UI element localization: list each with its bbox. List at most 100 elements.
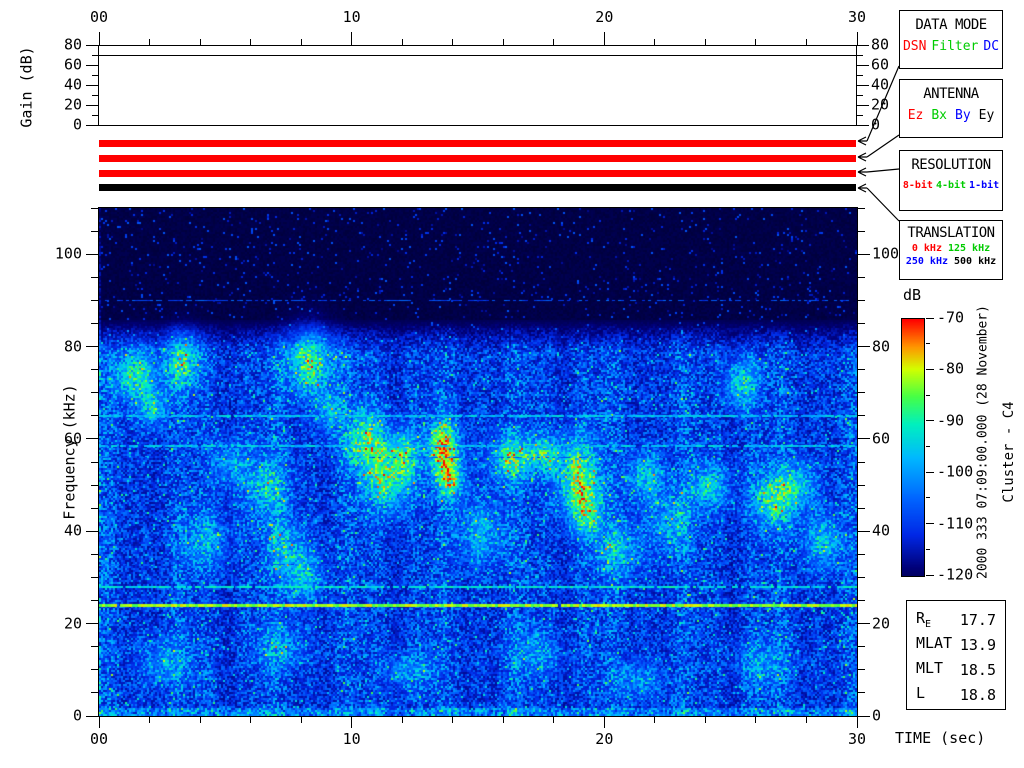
tick-mark — [502, 717, 504, 723]
tick-mark — [926, 548, 930, 550]
tick-mark — [91, 646, 98, 648]
spectrogram-panel — [98, 207, 858, 717]
tick-mark — [199, 39, 201, 45]
tick-mark — [86, 623, 98, 625]
colorbar-canvas — [902, 319, 924, 576]
tick-mark — [926, 471, 934, 473]
tick-mark — [86, 64, 98, 66]
arrow-resolution — [857, 167, 900, 177]
legend-title-antenna: ANTENNA — [923, 86, 979, 102]
ephemeris-label-l: L — [916, 684, 926, 702]
ephemeris-row-mlt: MLT 18.5 — [916, 658, 996, 683]
tick-label: -120 — [937, 565, 974, 584]
time-axis-title: TIME (sec) — [895, 729, 986, 747]
tick-mark — [91, 553, 98, 555]
tick-label: -90 — [937, 411, 965, 430]
tick-mark — [857, 64, 869, 66]
option-8bit: 8-bit — [902, 180, 933, 191]
tick-mark — [401, 717, 403, 723]
tick-label: -110 — [937, 514, 974, 533]
legend-box-antenna: ANTENNA Ez Bx By Ey — [899, 79, 1003, 138]
tick-label: -80 — [937, 359, 965, 378]
tick-label: 60 — [871, 55, 890, 74]
option-ez: Ez — [907, 108, 924, 123]
ephemeris-box: RE 17.7 MLAT 13.9 MLT 18.5 L 18.8 — [906, 600, 1006, 710]
tick-label: 20 — [595, 730, 614, 748]
ephemeris-value-mlt: 18.5 — [959, 661, 996, 679]
tick-mark — [92, 114, 98, 116]
option-125khz: 125 kHz — [947, 243, 991, 254]
tick-label: -70 — [937, 308, 965, 327]
tick-mark — [858, 484, 865, 486]
option-250khz: 250 kHz — [905, 256, 948, 267]
ephemeris-value-mlat: 13.9 — [959, 636, 996, 654]
tick-mark — [452, 717, 454, 723]
tick-label: 20 — [871, 95, 890, 114]
wbd-spectrogram-screen: Gain (dB) Frequency (kHz) DATA MODE DSN … — [0, 0, 1024, 768]
option-dc: DC — [983, 39, 1000, 54]
tick-mark — [926, 317, 934, 319]
ephemeris-row-mlat: MLAT 13.9 — [916, 633, 996, 658]
tick-mark — [91, 600, 98, 602]
tick-mark — [91, 299, 98, 301]
tick-label: 80 — [872, 337, 891, 356]
tick-label: 80 — [63, 35, 82, 54]
tick-mark — [91, 207, 98, 209]
tick-mark — [857, 74, 863, 76]
gain-trace-line — [99, 55, 856, 56]
ephemeris-row-re: RE 17.7 — [916, 608, 996, 633]
tick-mark — [199, 717, 201, 723]
tick-mark — [858, 369, 865, 371]
tick-mark — [926, 368, 934, 370]
tick-label: 40 — [871, 75, 890, 94]
option-1bit: 1-bit — [969, 180, 1000, 191]
tick-mark — [858, 623, 870, 625]
option-500khz: 500 kHz — [954, 256, 997, 267]
tick-mark — [704, 39, 706, 45]
tick-mark — [91, 692, 98, 694]
ephemeris-label-mlt: MLT — [916, 659, 944, 677]
legend-title-resolution: RESOLUTION — [911, 157, 991, 173]
tick-mark — [86, 530, 98, 532]
tick-mark — [91, 322, 98, 324]
option-filter: Filter — [931, 39, 979, 54]
timestamp-vertical-label: 2000 333 07:09:00.000 (28 November) — [975, 305, 991, 579]
tick-label: 20 — [872, 614, 891, 633]
tick-label: 00 — [89, 8, 109, 26]
tick-mark — [858, 715, 870, 717]
tick-mark — [926, 497, 930, 499]
tick-label: 40 — [63, 75, 82, 94]
tick-mark — [91, 369, 98, 371]
tick-mark — [858, 299, 865, 301]
status-bar-translation — [99, 184, 856, 191]
tick-label: 60 — [872, 429, 891, 448]
tick-mark — [858, 253, 870, 255]
tick-mark — [858, 553, 865, 555]
status-bar-antenna — [99, 155, 856, 162]
tick-mark — [86, 438, 98, 440]
tick-mark — [351, 32, 353, 45]
tick-mark — [149, 717, 151, 723]
tick-mark — [926, 343, 930, 345]
option-4bit: 4-bit — [935, 180, 967, 191]
tick-label: 20 — [595, 8, 614, 26]
legend-box-data-mode: DATA MODE DSN Filter DC — [899, 10, 1003, 69]
tick-label: 40 — [63, 521, 82, 540]
tick-label: 100 — [872, 244, 900, 263]
ephemeris-label-mlat: MLAT — [916, 634, 953, 652]
status-bar-resolution — [99, 170, 856, 177]
tick-mark — [86, 715, 98, 717]
tick-mark — [553, 39, 555, 45]
tick-mark — [86, 44, 98, 46]
tick-mark — [351, 717, 353, 728]
tick-mark — [603, 717, 605, 728]
ephemeris-value-re: 17.7 — [959, 611, 996, 629]
tick-mark — [91, 669, 98, 671]
option-ey: Ey — [978, 108, 995, 123]
tick-mark — [86, 84, 98, 86]
tick-mark — [805, 717, 807, 723]
arrow-translation — [857, 183, 900, 222]
tick-label: 80 — [871, 35, 890, 54]
tick-mark — [250, 39, 252, 45]
tick-mark — [91, 507, 98, 509]
